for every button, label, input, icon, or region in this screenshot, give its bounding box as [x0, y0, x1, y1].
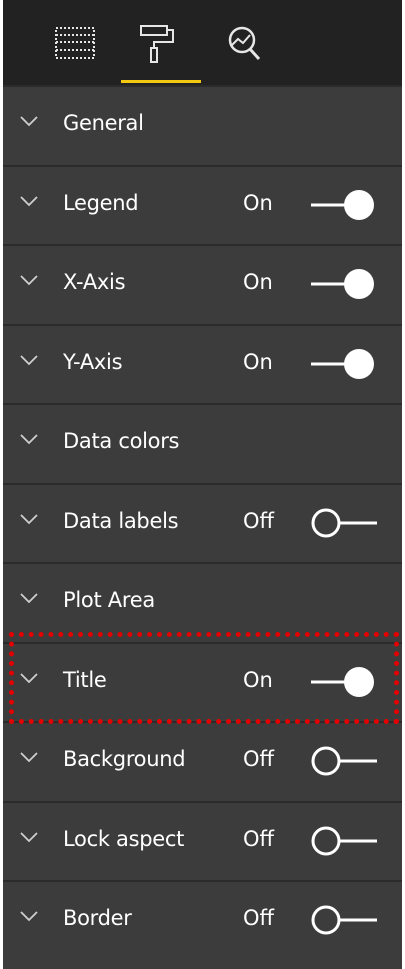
- section-label: Y-Axis: [63, 349, 123, 374]
- toggle-state-label: On: [243, 270, 273, 294]
- section-label: General: [63, 111, 144, 135]
- active-tab-indicator: [121, 80, 201, 83]
- toggle-state-label: Off: [243, 508, 274, 533]
- toggle-switch-off[interactable]: [309, 745, 379, 777]
- toggle-state-label: On: [243, 190, 273, 215]
- fields-icon: [55, 27, 95, 59]
- chevron-down-icon[interactable]: [20, 511, 38, 525]
- chevron-down-icon[interactable]: [20, 431, 38, 445]
- section-label: Background: [63, 747, 186, 771]
- analytics-magnifier-icon: [228, 26, 261, 61]
- pane-tab-bar: [3, 0, 402, 85]
- tab-analytics[interactable]: [218, 14, 274, 72]
- tab-format[interactable]: [133, 14, 189, 72]
- section-label: Border: [63, 906, 132, 930]
- chevron-down-icon[interactable]: [20, 829, 38, 843]
- section-plot-area[interactable]: Plot Area: [3, 562, 402, 640]
- chevron-down-icon[interactable]: [20, 749, 38, 763]
- section-label: Legend: [63, 190, 139, 215]
- section-label: Data labels: [63, 508, 179, 533]
- section-border[interactable]: Border Off: [3, 880, 402, 958]
- chevron-down-icon[interactable]: [20, 590, 38, 604]
- format-pane: General Legend On X-Axis On Y-Axis On Data colo…: [3, 0, 402, 969]
- format-paint-roller-icon: [140, 25, 174, 63]
- toggle-switch-on[interactable]: [309, 268, 379, 300]
- chevron-down-icon[interactable]: [20, 193, 38, 207]
- section-label: X-Axis: [63, 270, 126, 294]
- toggle-switch-on[interactable]: [309, 189, 379, 221]
- tab-fields[interactable]: [48, 14, 104, 72]
- toggle-switch-on[interactable]: [309, 666, 379, 698]
- toggle-switch-off[interactable]: [309, 507, 379, 539]
- section-background[interactable]: Background Off: [3, 721, 402, 799]
- toggle-state-label: Off: [243, 747, 274, 771]
- chevron-down-icon[interactable]: [20, 113, 38, 127]
- section-y-axis[interactable]: Y-Axis On: [3, 323, 402, 402]
- chevron-down-icon[interactable]: [20, 908, 38, 922]
- section-label: Title: [63, 667, 107, 692]
- section-data-labels[interactable]: Data labels Off: [3, 482, 402, 561]
- toggle-switch-on[interactable]: [309, 348, 379, 380]
- section-label: Lock aspect: [63, 826, 185, 851]
- toggle-state-label: Off: [243, 826, 274, 851]
- section-x-axis[interactable]: X-Axis On: [3, 244, 402, 322]
- section-title[interactable]: Title On: [3, 641, 402, 720]
- toggle-state-label: On: [243, 667, 273, 692]
- section-label: Plot Area: [63, 588, 155, 612]
- chevron-down-icon[interactable]: [20, 352, 38, 366]
- toggle-switch-off[interactable]: [309, 904, 379, 936]
- section-general[interactable]: General: [3, 85, 402, 163]
- chevron-down-icon[interactable]: [20, 272, 38, 286]
- section-data-colors[interactable]: Data colors: [3, 403, 402, 481]
- toggle-switch-off[interactable]: [309, 825, 379, 857]
- chevron-down-icon[interactable]: [20, 670, 38, 684]
- section-label: Data colors: [63, 429, 180, 453]
- section-legend[interactable]: Legend On: [3, 164, 402, 243]
- toggle-state-label: Off: [243, 906, 274, 930]
- toggle-state-label: On: [243, 349, 273, 374]
- section-lock-aspect[interactable]: Lock aspect Off: [3, 800, 402, 879]
